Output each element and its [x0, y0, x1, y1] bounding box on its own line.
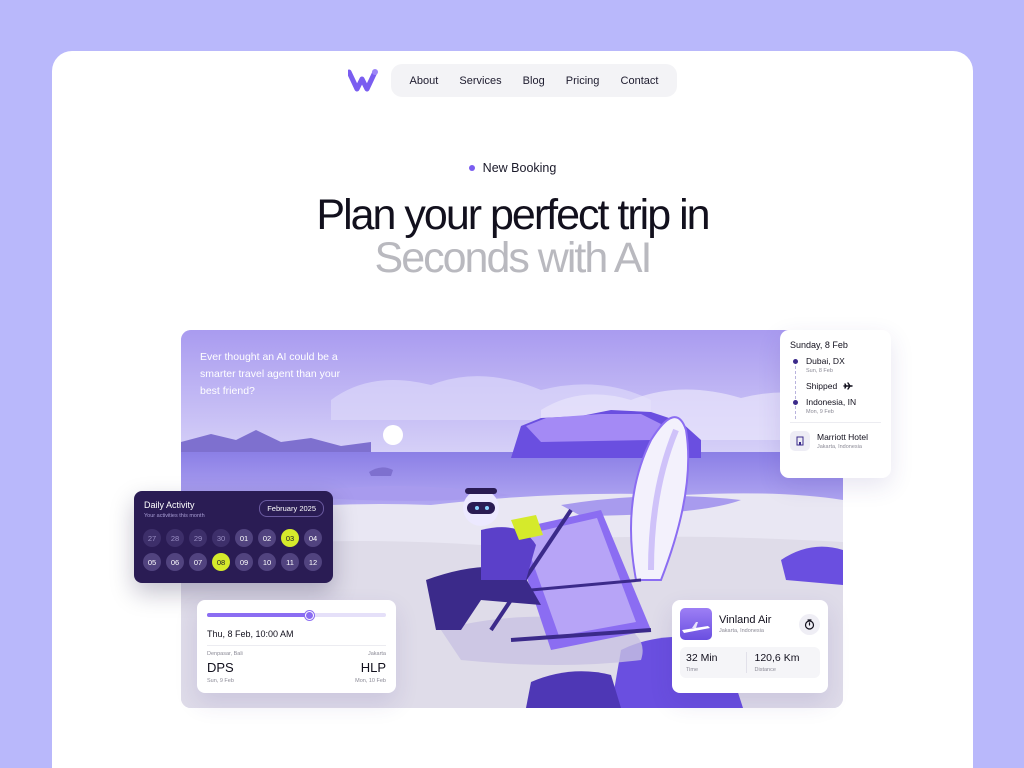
time-label: Time — [686, 667, 699, 673]
origin-city: Denpasar, Bali — [207, 651, 243, 657]
destination-date: Mon, 9 Feb — [806, 409, 834, 415]
day-chip[interactable]: 02 — [258, 529, 276, 547]
page-frame: About Services Blog Pricing Contact New … — [52, 51, 973, 768]
hero-tag: New Booking — [52, 161, 973, 175]
status-label: Shipped — [806, 381, 838, 391]
day-chip[interactable]: 08 — [212, 553, 230, 571]
day-chip[interactable]: 11 — [281, 553, 299, 571]
nav-pricing[interactable]: Pricing — [566, 75, 600, 87]
origin-date: Sun, 9 Feb — [207, 678, 234, 684]
destination-city: Indonesia, IN — [806, 397, 857, 407]
day-chip[interactable]: 03 — [281, 529, 299, 547]
time-stat: 32 Min Time — [686, 652, 746, 673]
flight-route: Denpasar, Bali DPS Sun, 9 Feb Jakarta HL… — [207, 651, 386, 684]
flight-origin: Denpasar, Bali DPS Sun, 9 Feb — [207, 651, 243, 684]
itinerary-card[interactable]: Sunday, 8 Feb Dubai, DX Sun, 8 Feb Shipp… — [780, 330, 891, 478]
month-selector[interactable]: February 2025 — [259, 500, 324, 517]
flight-progress-knob — [304, 610, 314, 620]
day-grid: 27 28 29 30 01 02 03 04 05 06 07 08 09 10 11 12 — [143, 529, 322, 571]
day-chip[interactable]: 12 — [304, 553, 322, 571]
route-dot-origin — [793, 359, 798, 364]
itinerary-date: Sunday, 8 Feb — [790, 340, 848, 350]
destination-date: Mon, 10 Feb — [355, 678, 386, 684]
origin-code: DPS — [207, 660, 234, 675]
destination-city: Jakarta — [367, 651, 386, 657]
origin-date: Sun, 8 Feb — [806, 368, 833, 374]
distance-value: 120,6 Km — [754, 652, 800, 664]
airline-stats: 32 Min Time 120,6 Km Distance — [680, 647, 820, 678]
distance-label: Distance — [754, 667, 776, 673]
nav-services[interactable]: Services — [459, 75, 501, 87]
hero-title: Plan your perfect trip in — [316, 191, 710, 239]
day-chip[interactable]: 04 — [304, 529, 322, 547]
itinerary-divider — [790, 422, 881, 423]
destination-code: HLP — [360, 660, 386, 675]
day-chip[interactable]: 10 — [258, 553, 276, 571]
itinerary-to: Indonesia, IN Mon, 9 Feb — [790, 397, 881, 415]
flight-progress-fill — [207, 613, 310, 617]
flight-card[interactable]: Thu, 8 Feb, 10:00 AM Denpasar, Bali DPS … — [197, 600, 396, 693]
day-chip[interactable]: 06 — [166, 553, 184, 571]
airline-name: Vinland Air — [719, 614, 772, 626]
day-chip[interactable]: 29 — [189, 529, 207, 547]
main-nav: About Services Blog Pricing Contact — [391, 64, 677, 97]
route-dot-destination — [793, 400, 798, 405]
airline-card[interactable]: Vinland Air Jakarta, Indonesia 32 Min Ti… — [672, 600, 828, 693]
itinerary-from: Dubai, DX Sun, 8 Feb — [790, 356, 881, 374]
hotel-icon — [790, 431, 810, 451]
timer-icon[interactable] — [799, 613, 820, 635]
day-chip[interactable]: 09 — [235, 553, 253, 571]
time-value: 32 Min — [686, 652, 718, 664]
nav-about[interactable]: About — [410, 75, 439, 87]
hotel-name: Marriott Hotel — [817, 432, 869, 442]
scene-quote: Ever thought an AI could be a smarter tr… — [200, 351, 341, 397]
day-chip[interactable]: 28 — [166, 529, 184, 547]
hero-tag-label: New Booking — [482, 161, 557, 175]
distance-stat: 120,6 Km Distance — [745, 652, 815, 673]
nav-blog[interactable]: Blog — [523, 75, 545, 87]
day-chip[interactable]: 27 — [143, 529, 161, 547]
origin-city: Dubai, DX — [806, 356, 845, 366]
hotel-row[interactable]: Marriott Hotel Jakarta, Indonesia — [790, 431, 881, 451]
hero-title-muted: Seconds with AI — [374, 234, 653, 282]
day-chip[interactable]: 05 — [143, 553, 161, 571]
flight-divider — [207, 645, 386, 646]
itinerary-status: Shipped — [790, 381, 881, 391]
hotel-location: Jakarta, Indonesia — [817, 444, 862, 450]
tag-dot — [468, 165, 475, 171]
daily-activity-card: Daily Activity Your activities this mont… — [134, 491, 333, 583]
flight-destination: Jakarta HLP Mon, 10 Feb — [355, 651, 386, 684]
day-chip[interactable]: 07 — [189, 553, 207, 571]
brand-logo[interactable] — [348, 68, 378, 92]
day-chip[interactable]: 30 — [212, 529, 230, 547]
flight-datetime: Thu, 8 Feb, 10:00 AM — [207, 629, 294, 639]
plane-icon — [843, 382, 853, 390]
day-chip[interactable]: 01 — [235, 529, 253, 547]
nav-contact[interactable]: Contact — [621, 75, 659, 87]
flight-progress — [207, 610, 386, 620]
airline-header: Vinland Air Jakarta, Indonesia — [680, 608, 820, 640]
airplane-thumbnail — [680, 608, 712, 640]
airline-location: Jakarta, Indonesia — [719, 628, 764, 634]
